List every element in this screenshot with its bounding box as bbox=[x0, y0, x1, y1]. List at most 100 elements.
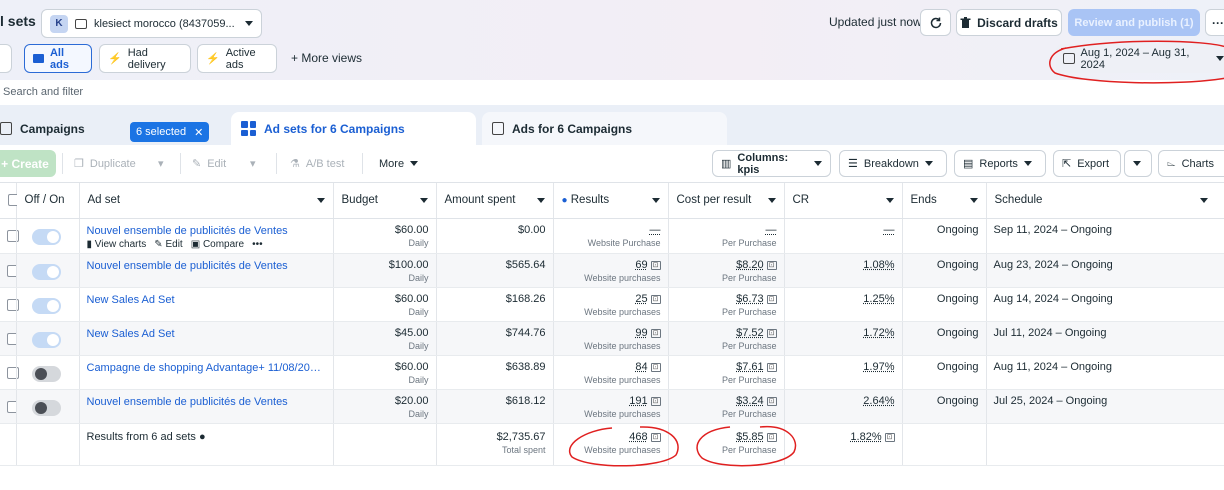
row-select[interactable] bbox=[0, 355, 19, 390]
ends-value: Ongoing bbox=[936, 223, 979, 236]
budget-value: $20.00 bbox=[394, 394, 429, 407]
chart-icon: ⌳ bbox=[1167, 157, 1176, 169]
collapse-button[interactable] bbox=[0, 44, 12, 73]
header-schedule[interactable]: Schedule bbox=[986, 183, 1224, 219]
row-select[interactable] bbox=[0, 218, 19, 254]
table-row[interactable]: Nouvel ensemble de publicités de Ventes … bbox=[0, 218, 1224, 254]
edit-dropdown[interactable]: ▾ bbox=[242, 150, 264, 177]
header-cpr[interactable]: Cost per result bbox=[668, 183, 785, 219]
summary-cpr: $5.85 bbox=[736, 430, 764, 443]
delivery-toggle[interactable] bbox=[31, 399, 61, 416]
chevron-down-icon bbox=[885, 198, 894, 203]
export-button[interactable]: ⇱ Export bbox=[1053, 150, 1121, 177]
view-active-ads[interactable]: ⚡ Active ads bbox=[197, 44, 277, 73]
more-button[interactable]: More bbox=[371, 150, 426, 177]
export-dropdown[interactable] bbox=[1124, 150, 1152, 177]
budget-cell[interactable]: $60.00 Daily bbox=[333, 287, 437, 322]
row-select[interactable] bbox=[0, 253, 19, 288]
more-options-button[interactable]: ··· bbox=[1205, 9, 1224, 36]
tab-campaigns[interactable]: Campaigns 6 selected ✕ bbox=[0, 112, 225, 145]
cr-cell: 1.08% bbox=[784, 253, 903, 288]
breakdown-button[interactable]: ☰ Breakdown bbox=[839, 150, 947, 177]
header-adset[interactable]: Ad set bbox=[79, 183, 334, 219]
duplicate-button[interactable]: ❐ Duplicate bbox=[66, 150, 144, 177]
header-spent[interactable]: Amount spent bbox=[436, 183, 554, 219]
columns-button[interactable]: ▥ Columns: kpis bbox=[712, 150, 831, 177]
schedule-value: Aug 11, 2024 – Ongoing bbox=[993, 360, 1112, 373]
ab-test-button[interactable]: ⚗ A/B test bbox=[282, 150, 352, 177]
refresh-button[interactable] bbox=[920, 9, 951, 36]
breakdown-indicator-icon: ⊡ bbox=[650, 294, 661, 304]
budget-cell[interactable]: $45.00 Daily bbox=[333, 321, 437, 356]
spent-cell: $618.12 bbox=[436, 389, 554, 424]
budget-cell[interactable]: $60.00 Daily bbox=[333, 218, 437, 254]
row-toggle-cell bbox=[16, 287, 80, 322]
discard-drafts-button[interactable]: Discard drafts bbox=[956, 9, 1062, 36]
divider bbox=[180, 153, 181, 174]
delivery-toggle[interactable] bbox=[31, 365, 61, 382]
header-toggle: Off / On bbox=[16, 183, 80, 219]
edit-button[interactable]: ✎ Edit bbox=[184, 150, 234, 177]
view-all-ads[interactable]: All ads bbox=[24, 44, 92, 73]
pencil-icon: ✎ bbox=[192, 158, 202, 170]
header-cr[interactable]: CR bbox=[784, 183, 903, 219]
more-views-button[interactable]: + More views bbox=[291, 51, 362, 65]
edit-link[interactable]: ✎ Edit bbox=[154, 239, 182, 250]
table-row[interactable]: Nouvel ensemble de publicités de Ventes … bbox=[0, 253, 1224, 288]
schedule-value: Aug 14, 2024 – Ongoing bbox=[993, 292, 1113, 305]
table-row[interactable]: New Sales Ad Set $45.00 Daily $744.76 99 ⊡… bbox=[0, 321, 1224, 356]
tab-ads[interactable]: Ads for 6 Campaigns bbox=[482, 112, 727, 145]
adset-name-link[interactable]: Nouvel ensemble de publicités de Ventes bbox=[87, 260, 326, 272]
ends-value: Ongoing bbox=[936, 360, 979, 373]
compare-link[interactable]: ▣ Compare bbox=[191, 239, 244, 250]
table-row[interactable]: Campagne de shopping Advantage+ 11/08/20… bbox=[0, 355, 1224, 390]
table-row[interactable]: New Sales Ad Set $60.00 Daily $168.26 25 ⊡… bbox=[0, 287, 1224, 322]
delivery-toggle[interactable] bbox=[31, 228, 61, 245]
row-select[interactable] bbox=[0, 321, 19, 356]
spent-cell: $168.26 bbox=[436, 287, 554, 322]
selected-chip[interactable]: 6 selected ✕ bbox=[130, 122, 210, 142]
review-publish-button[interactable]: Review and publish (1) bbox=[1068, 9, 1200, 36]
reports-button[interactable]: ▤ Reports bbox=[954, 150, 1046, 177]
account-selector[interactable]: K klesiect morocco (8437059... bbox=[41, 9, 262, 38]
cr-cell: 1.72% bbox=[784, 321, 903, 356]
adset-name-link[interactable]: New Sales Ad Set bbox=[87, 294, 326, 306]
delivery-toggle[interactable] bbox=[31, 331, 61, 348]
table-row[interactable]: Nouvel ensemble de publicités de Ventes … bbox=[0, 389, 1224, 424]
header-budget[interactable]: Budget bbox=[333, 183, 437, 219]
search-input[interactable]: Search and filter bbox=[3, 86, 83, 98]
budget-cell[interactable]: $60.00 Daily bbox=[333, 355, 437, 390]
adset-name-link[interactable]: Campagne de shopping Advantage+ 11/08/20… bbox=[87, 362, 326, 374]
adset-name-link[interactable]: Nouvel ensemble de publicités de Ventes bbox=[87, 225, 326, 237]
summary-results-cell: 468 ⊡ Website purchases bbox=[553, 423, 669, 466]
delivery-toggle[interactable] bbox=[31, 297, 61, 314]
header-results[interactable]: ● Results bbox=[553, 183, 669, 219]
charts-button[interactable]: ⌳ Charts bbox=[1158, 150, 1224, 177]
ends-value: Ongoing bbox=[936, 326, 979, 339]
create-button[interactable]: + Create bbox=[0, 150, 56, 177]
more-icon[interactable]: ••• bbox=[252, 239, 263, 250]
view-had-delivery[interactable]: ⚡ Had delivery bbox=[99, 44, 191, 73]
budget-cell[interactable]: $100.00 Daily bbox=[333, 253, 437, 288]
row-select[interactable] bbox=[0, 389, 19, 424]
adset-name-link[interactable]: New Sales Ad Set bbox=[87, 328, 326, 340]
view-charts-link[interactable]: ▮ View charts bbox=[87, 239, 147, 250]
close-icon[interactable]: ✕ bbox=[194, 126, 203, 139]
header-select[interactable] bbox=[0, 183, 20, 219]
cpr-value: $7.52 bbox=[736, 326, 764, 339]
divider bbox=[362, 153, 363, 174]
delivery-toggle[interactable] bbox=[31, 263, 61, 280]
search-filter-bar[interactable]: Search and filter bbox=[0, 80, 1224, 105]
budget-cell[interactable]: $20.00 Daily bbox=[333, 389, 437, 424]
breakdown-indicator-icon: ⊡ bbox=[766, 260, 777, 270]
spent-value: $168.26 bbox=[505, 292, 546, 305]
cr-cell: — bbox=[784, 218, 903, 254]
adset-name-link[interactable]: Nouvel ensemble de publicités de Ventes bbox=[87, 396, 326, 408]
tab-adsets[interactable]: Ad sets for 6 Campaigns bbox=[231, 112, 476, 145]
header-ends[interactable]: Ends bbox=[902, 183, 987, 219]
date-range-picker[interactable]: Aug 1, 2024 – Aug 31, 2024 bbox=[1056, 44, 1224, 73]
reports-icon: ▤ bbox=[963, 158, 974, 170]
duplicate-dropdown[interactable]: ▾ bbox=[150, 150, 172, 177]
info-icon[interactable]: ● bbox=[199, 431, 206, 443]
row-select[interactable] bbox=[0, 287, 19, 322]
